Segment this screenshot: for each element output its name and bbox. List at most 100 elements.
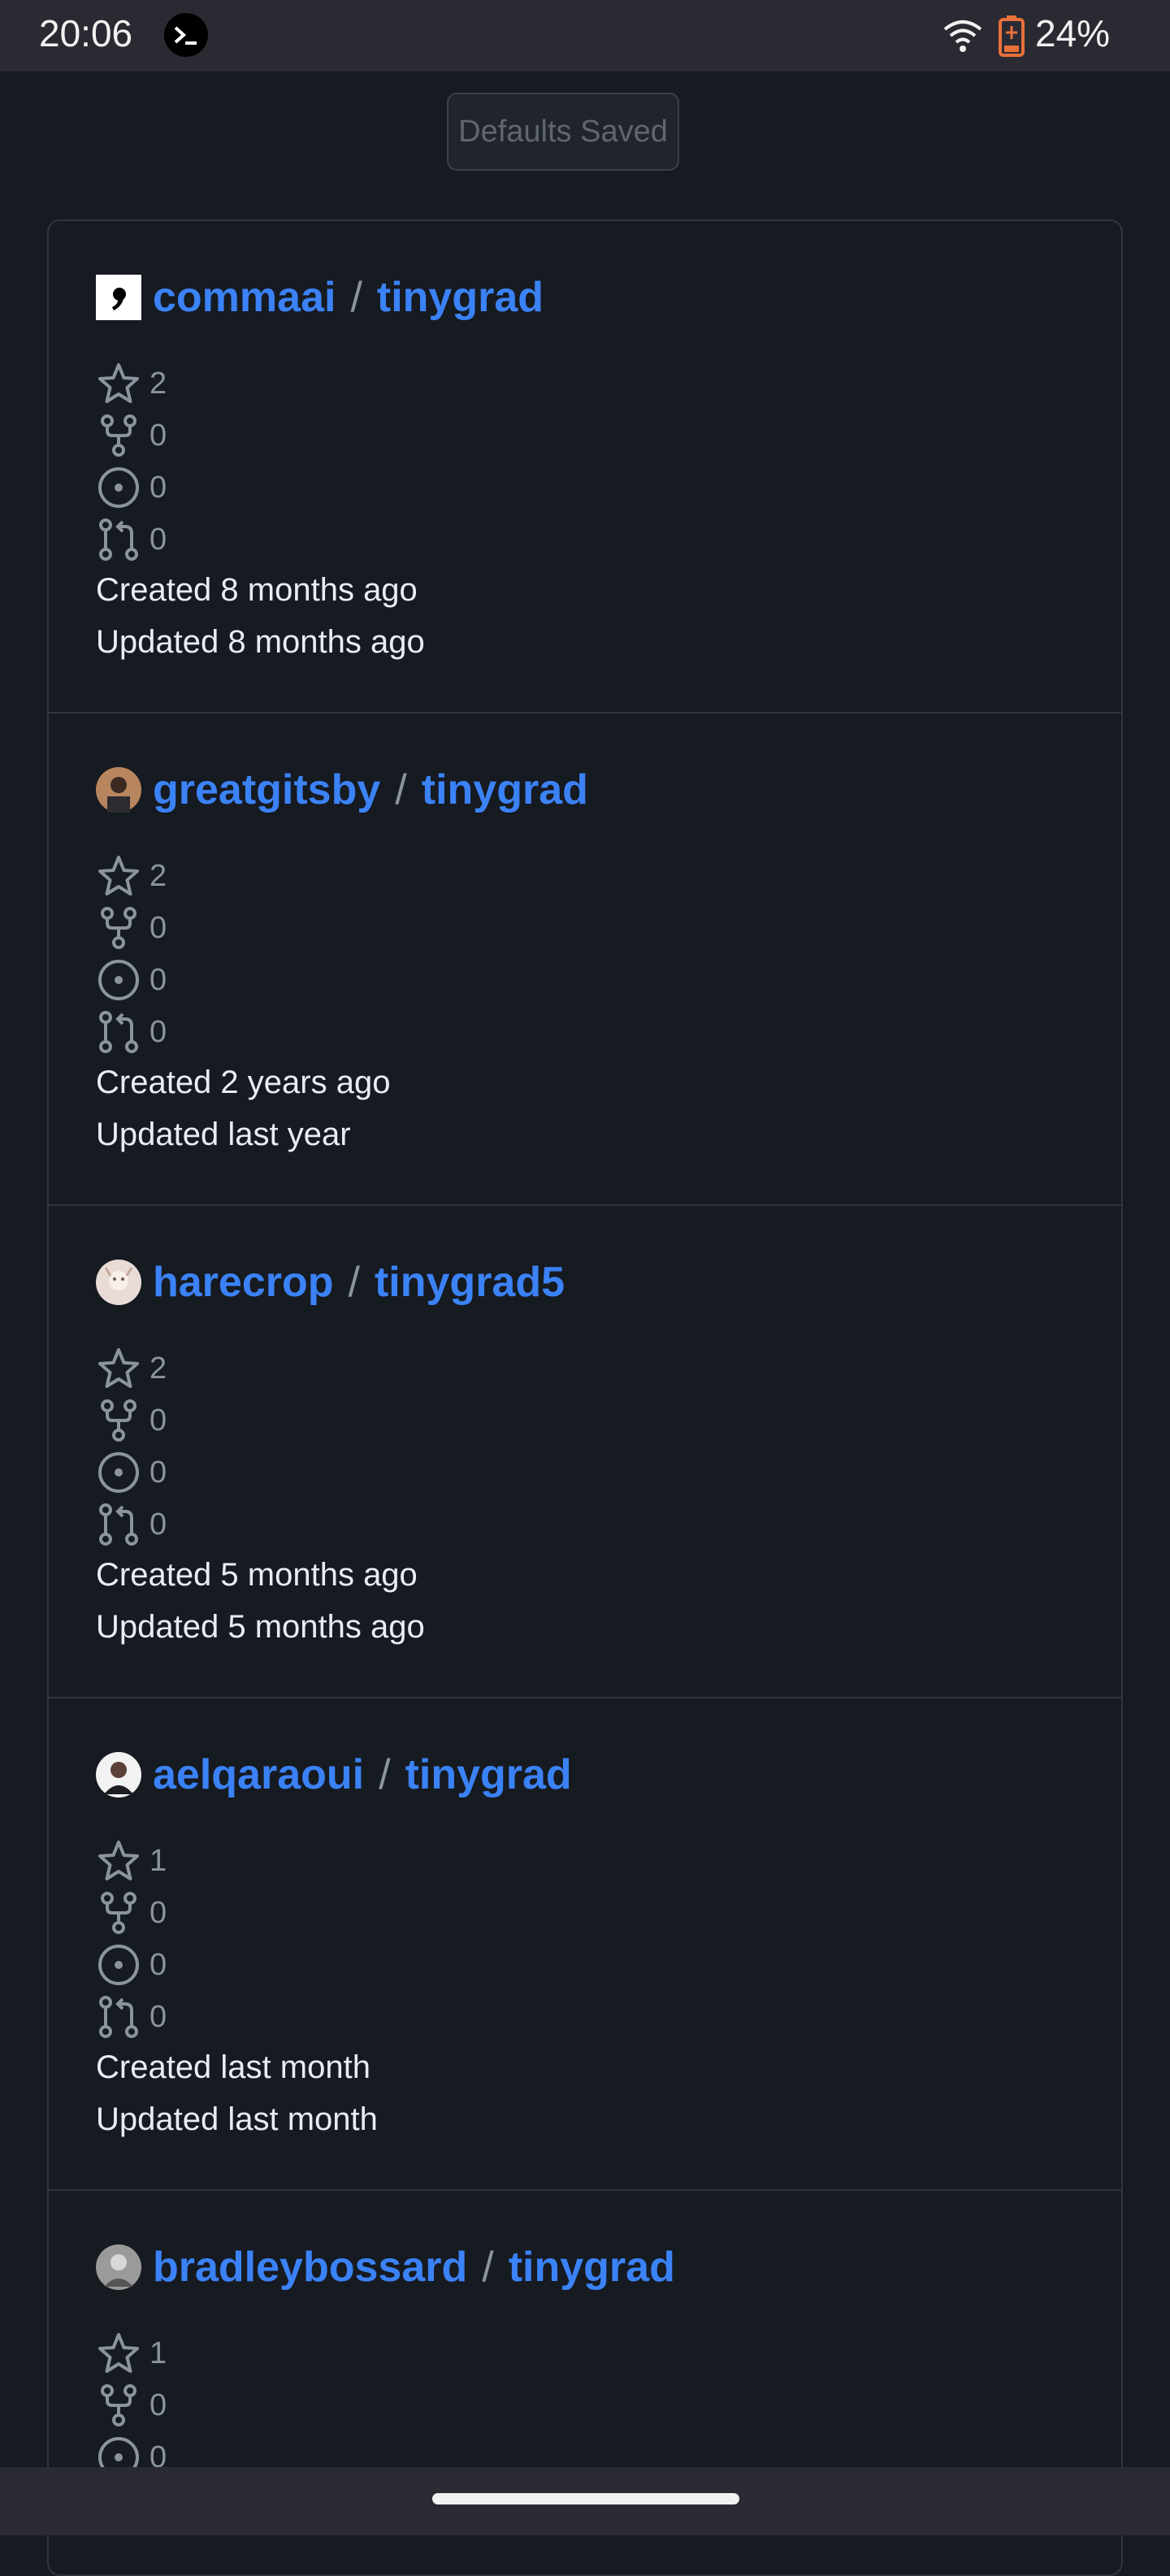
- status-bar: 20:06 24%: [0, 0, 1170, 72]
- issues-count: 0: [150, 470, 167, 505]
- forks-stat: 0: [96, 2381, 167, 2430]
- owner-avatar[interactable]: [96, 767, 141, 813]
- repo-card: aelqaraoui / tinygrad 1 0 0 0 Created la…: [49, 1698, 1121, 2191]
- pulls-count: 0: [150, 1507, 167, 1542]
- repo-owner-link[interactable]: greatgitsby: [153, 765, 380, 814]
- forks-count: 0: [150, 910, 167, 945]
- stars-stat: 2: [96, 852, 167, 900]
- issue-icon: [98, 960, 139, 1000]
- pull-request-icon: [99, 1011, 138, 1053]
- repo-separator: /: [348, 1259, 360, 1306]
- stars-count: 2: [150, 366, 167, 401]
- forks-stat: 0: [96, 904, 167, 952]
- repo-card: commaai / tinygrad 2 0 0 0 Created 8 mon…: [49, 221, 1121, 713]
- issue-icon: [98, 1945, 139, 1985]
- fork-icon: [101, 1399, 136, 1442]
- repo-list: commaai / tinygrad 2 0 0 0 Created 8 mon…: [47, 219, 1123, 2576]
- pull-request-icon: [99, 518, 138, 561]
- pulls-stat: 0: [96, 1500, 167, 1549]
- repo-separator: /: [379, 1751, 391, 1798]
- updated-text: Updated last year: [96, 1117, 351, 1152]
- fork-icon: [101, 907, 136, 949]
- owner-avatar[interactable]: [96, 1260, 141, 1305]
- repo-name-link[interactable]: tinygrad: [405, 1750, 572, 1799]
- repo-title: aelqaraoui / tinygrad: [96, 1746, 572, 1804]
- forks-count: 0: [150, 1403, 167, 1438]
- stars-stat: 2: [96, 359, 167, 408]
- fork-icon: [101, 2384, 136, 2426]
- repo-card: harecrop / tinygrad5 2 0 0 0 Created 5 m…: [49, 1206, 1121, 1698]
- pulls-stat: 0: [96, 515, 167, 564]
- stars-count: 2: [150, 858, 167, 893]
- issues-stat: 0: [96, 956, 167, 1004]
- owner-avatar[interactable]: [96, 2244, 141, 2290]
- star-icon: [98, 363, 139, 403]
- stars-count: 2: [150, 1351, 167, 1386]
- issues-count: 0: [150, 962, 167, 997]
- issues-count: 0: [150, 1455, 167, 1490]
- stars-count: 1: [150, 2335, 167, 2370]
- star-icon: [98, 856, 139, 896]
- stars-stat: 1: [96, 2329, 167, 2378]
- updated-text: Updated 8 months ago: [96, 624, 425, 660]
- forks-count: 0: [150, 2387, 167, 2422]
- battery-percent: 24%: [1035, 12, 1111, 54]
- stars-count: 1: [150, 1843, 167, 1878]
- battery-icon: [999, 15, 1025, 57]
- wifi-icon: [943, 20, 982, 52]
- repo-owner-link[interactable]: aelqaraoui: [153, 1750, 364, 1799]
- pulls-count: 0: [150, 1014, 167, 1049]
- stars-stat: 1: [96, 1837, 167, 1885]
- updated-text: Updated last month: [96, 2101, 378, 2137]
- created-text: Created 2 years ago: [96, 1065, 391, 1100]
- repo-name-link[interactable]: tinygrad: [377, 273, 544, 322]
- forks-stat: 0: [96, 411, 167, 460]
- star-icon: [98, 1348, 139, 1388]
- pulls-stat: 0: [96, 1993, 167, 2041]
- forks-stat: 0: [96, 1889, 167, 1937]
- repo-title: harecrop / tinygrad5: [96, 1253, 565, 1312]
- repo-card: greatgitsby / tinygrad 2 0 0 0 Created 2…: [49, 713, 1121, 1206]
- pull-request-icon: [99, 1996, 138, 2038]
- forks-count: 0: [150, 418, 167, 453]
- repo-owner-link[interactable]: commaai: [153, 273, 336, 322]
- repo-title: commaai / tinygrad: [96, 268, 544, 327]
- owner-avatar[interactable]: [96, 275, 141, 320]
- issues-count: 0: [150, 1947, 167, 1982]
- issues-stat: 0: [96, 1941, 167, 1989]
- repo-owner-link[interactable]: bradleybossard: [153, 2243, 467, 2292]
- repo-owner-link[interactable]: harecrop: [153, 1258, 334, 1307]
- star-icon: [98, 1841, 139, 1880]
- status-time: 20:06: [39, 12, 133, 54]
- star-icon: [98, 2333, 139, 2373]
- issue-icon: [98, 467, 139, 508]
- repo-separator: /: [350, 274, 362, 321]
- issues-stat: 0: [96, 463, 167, 512]
- fork-icon: [101, 1892, 136, 1934]
- pulls-count: 0: [150, 522, 167, 557]
- fork-icon: [101, 414, 136, 457]
- stars-stat: 2: [96, 1344, 167, 1393]
- pull-request-icon: [99, 1503, 138, 1546]
- pulls-count: 0: [150, 1999, 167, 2034]
- repo-name-link[interactable]: tinygrad: [509, 2243, 675, 2292]
- repo-name-link[interactable]: tinygrad: [422, 765, 588, 814]
- owner-avatar[interactable]: [96, 1752, 141, 1798]
- created-text: Created 8 months ago: [96, 572, 418, 608]
- home-indicator[interactable]: [432, 2493, 739, 2504]
- forks-stat: 0: [96, 1396, 167, 1445]
- repo-title: greatgitsby / tinygrad: [96, 761, 588, 819]
- repo-name-link[interactable]: tinygrad5: [375, 1258, 565, 1307]
- updated-text: Updated 5 months ago: [96, 1609, 425, 1645]
- forks-count: 0: [150, 1895, 167, 1930]
- terminal-icon: [164, 13, 208, 57]
- pulls-stat: 0: [96, 1008, 167, 1056]
- repo-title: bradleybossard / tinygrad: [96, 2238, 675, 2296]
- issues-stat: 0: [96, 1448, 167, 1497]
- repo-separator: /: [395, 766, 407, 813]
- issue-icon: [98, 1452, 139, 1493]
- created-text: Created 5 months ago: [96, 1557, 418, 1593]
- defaults-saved-button[interactable]: Defaults Saved: [447, 93, 679, 171]
- created-text: Created last month: [96, 2049, 370, 2085]
- repo-separator: /: [482, 2244, 494, 2291]
